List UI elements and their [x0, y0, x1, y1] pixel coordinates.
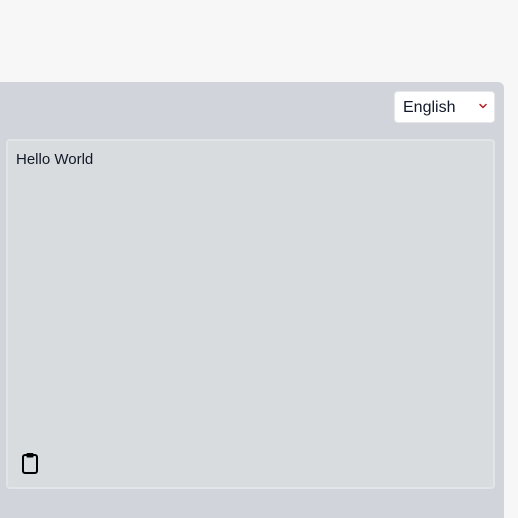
copy-button[interactable] — [20, 451, 40, 475]
clipboard-icon — [22, 453, 38, 474]
translation-text: Hello World — [16, 151, 94, 168]
page: English Hello World — [0, 0, 518, 518]
translation-output: Hello World — [6, 139, 495, 489]
language-select-wrapper: English — [394, 91, 495, 123]
translation-panel: English Hello World — [0, 82, 504, 518]
language-select[interactable]: English — [395, 92, 494, 122]
